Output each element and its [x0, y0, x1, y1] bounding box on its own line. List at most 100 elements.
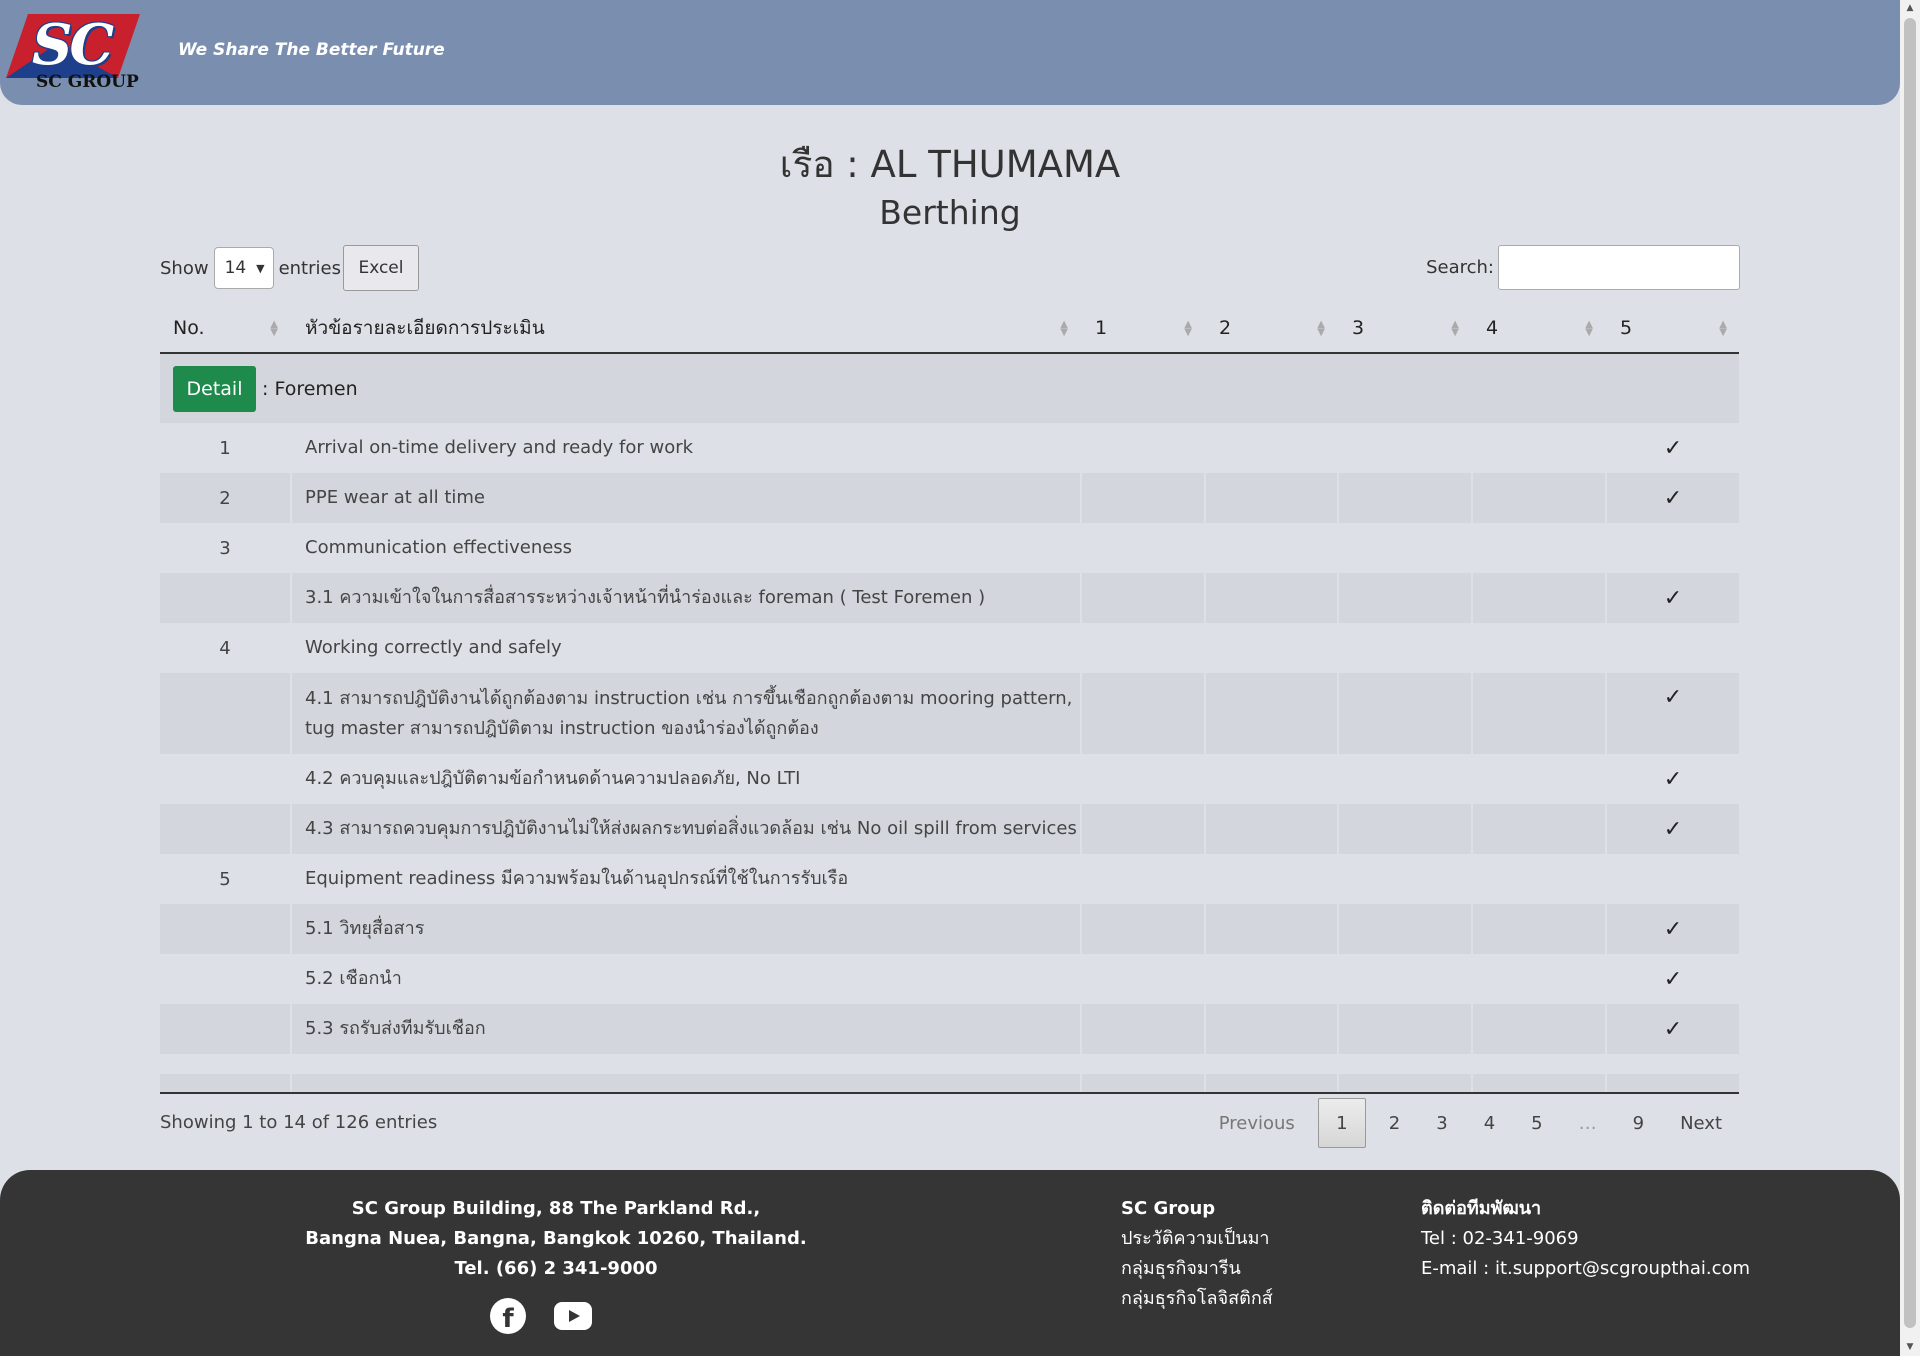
row-number: 5 [160, 854, 292, 904]
table-header: No. ▲ ▼ หัวข้อรายละเอียดการประเมิน ▲ ▼ 1 ▲… [160, 304, 1739, 354]
score-cell-3 [1339, 673, 1473, 754]
site-header: SC SC GROUP We Share The Better Future [0, 0, 1900, 105]
row-description: Equipment readiness มีความพร้อมในด้านอุป… [292, 854, 1082, 904]
table-row: 4.3 สามารถควบคุมการปฎิบัติงานไม่ให้ส่งผล… [160, 804, 1739, 854]
score-cell-3 [1339, 1004, 1473, 1054]
scroll-down-arrow-icon[interactable]: ▼ [1900, 1339, 1920, 1356]
table-row: 5.2 เชือกนำ ✓ [160, 954, 1739, 1004]
youtube-icon[interactable] [554, 1302, 592, 1330]
header-no-label: No. [173, 317, 205, 339]
sc-group-logo[interactable]: SC SC GROUP [6, 12, 166, 94]
footer-contact-email[interactable]: E-mail : it.support@scgroupthai.com [1421, 1254, 1750, 1284]
header-score-2[interactable]: 2 ▲ ▼ [1206, 304, 1339, 352]
page-button-2[interactable]: 2 [1371, 1098, 1418, 1148]
score-cell-3 [1339, 473, 1473, 523]
page-button-9[interactable]: 9 [1615, 1098, 1662, 1148]
table-info: Showing 1 to 14 of 126 entries [160, 1112, 438, 1133]
score-cell-3 [1339, 904, 1473, 954]
table-row: 3 Communication effectiveness [160, 523, 1739, 573]
score-cell-4 [1473, 1004, 1607, 1054]
score-cell-3 [1339, 423, 1473, 473]
entries-value: 14 [224, 258, 247, 278]
score-cell-1 [1082, 1004, 1206, 1054]
score-cell-5 [1607, 854, 1739, 904]
check-icon: ✓ [1663, 685, 1683, 710]
address-line-1: SC Group Building, 88 The Parkland Rd., [351, 1198, 761, 1219]
header-score-3-label: 3 [1352, 317, 1365, 339]
group-row-foremen: Detail : Foremen [160, 354, 1739, 423]
detail-button[interactable]: Detail [173, 365, 256, 412]
page-title: เรือ : AL THUMAMA [779, 143, 1121, 186]
next-button[interactable]: Next [1662, 1098, 1740, 1148]
table-row: 4.2 ควบคุมและปฎิบัติตามข้อกำหนดด้านความป… [160, 754, 1739, 804]
check-icon: ✓ [1663, 766, 1683, 792]
check-icon: ✓ [1663, 435, 1683, 461]
header-score-4-label: 4 [1486, 317, 1499, 339]
score-cell-3 [1339, 573, 1473, 623]
chevron-down-icon: ▼ [256, 261, 265, 275]
page-ellipsis: … [1578, 1112, 1597, 1134]
address-line-3: Tel. (66) 2 341-9000 [454, 1258, 658, 1279]
search-input[interactable] [1498, 245, 1740, 290]
header-score-4[interactable]: 4 ▲ ▼ [1473, 304, 1607, 352]
page-scrollbar[interactable]: ▲ ▼ [1900, 0, 1920, 1356]
scroll-thumb[interactable] [1904, 18, 1916, 1328]
score-cell-1 [1082, 473, 1206, 523]
footer-link-history[interactable]: ประวัติความเป็นมา [1121, 1224, 1273, 1254]
score-cell-5 [1607, 523, 1739, 573]
social-links: f [490, 1298, 592, 1334]
row-description: Working correctly and safely [292, 623, 1082, 673]
page-button-3[interactable]: 3 [1418, 1098, 1465, 1148]
row-number [160, 954, 292, 1004]
score-cell-2 [1206, 854, 1339, 904]
excel-button[interactable]: Excel [342, 245, 419, 291]
logo-subtext: SC GROUP [36, 72, 139, 92]
score-cell-3 [1339, 804, 1473, 854]
group-label: : Foremen [262, 377, 358, 400]
address-line-2: Bangna Nuea, Bangna, Bangkok 10260, Thai… [305, 1228, 807, 1249]
header-description[interactable]: หัวข้อรายละเอียดการประเมิน ▲ ▼ [292, 304, 1082, 352]
footer-link-logistics[interactable]: กลุ่มธุรกิจโลจิสติกส์ [1121, 1284, 1273, 1314]
pagination: Previous 1 2 3 4 5 … 9 Next [1201, 1098, 1740, 1148]
scroll-up-arrow-icon[interactable]: ▲ [1900, 0, 1920, 17]
score-cell-4 [1473, 623, 1607, 673]
previous-button[interactable]: Previous [1201, 1098, 1313, 1148]
score-cell-3 [1339, 754, 1473, 804]
page-button-1[interactable]: 1 [1317, 1098, 1366, 1148]
table-row: 5 Equipment readiness มีความพร้อมในด้านอ… [160, 854, 1739, 904]
header-score-3[interactable]: 3 ▲ ▼ [1339, 304, 1473, 352]
table-row: 5.1 วิทยุสื่อสาร ✓ [160, 904, 1739, 954]
entries-select[interactable]: 14 ▼ [213, 247, 274, 289]
check-icon: ✓ [1663, 485, 1683, 511]
table-row: 1 Arrival on-time delivery and ready for… [160, 423, 1739, 473]
footer-link-marine[interactable]: กลุ่มธุรกิจมารีน [1121, 1254, 1273, 1284]
row-number [160, 904, 292, 954]
table-row-partial [160, 1074, 1739, 1094]
score-cell-3 [1339, 954, 1473, 1004]
table-row: 3.1 ความเข้าใจในการสื่อสารระหว่างเจ้าหน้… [160, 573, 1739, 623]
row-description: PPE wear at all time [292, 473, 1082, 523]
header-score-1[interactable]: 1 ▲ ▼ [1082, 304, 1206, 352]
score-cell-4 [1473, 954, 1607, 1004]
score-cell-1 [1082, 854, 1206, 904]
row-number: 3 [160, 523, 292, 573]
row-number: 4 [160, 623, 292, 673]
score-cell-2 [1206, 954, 1339, 1004]
page-button-5[interactable]: 5 [1513, 1098, 1560, 1148]
header-no[interactable]: No. ▲ ▼ [160, 304, 292, 352]
sort-icon: ▲ ▼ [1184, 319, 1192, 338]
header-description-label: หัวข้อรายละเอียดการประเมิน [305, 317, 545, 339]
score-cell-2 [1206, 904, 1339, 954]
row-number: 2 [160, 473, 292, 523]
facebook-icon[interactable]: f [490, 1298, 526, 1334]
score-cell-1 [1082, 623, 1206, 673]
show-label: Show [160, 257, 209, 279]
table-row: 5.3 รถรับส่งทีมรับเชือก ✓ [160, 1004, 1739, 1054]
header-score-5[interactable]: 5 ▲ ▼ [1607, 304, 1739, 352]
score-cell-2 [1206, 754, 1339, 804]
entries-control: Show 14 ▼ entries Excel [160, 245, 419, 291]
tagline: We Share The Better Future [178, 40, 445, 60]
page-button-4[interactable]: 4 [1466, 1098, 1513, 1148]
score-cell-4 [1473, 673, 1607, 754]
page-subtitle: Berthing [879, 193, 1021, 232]
